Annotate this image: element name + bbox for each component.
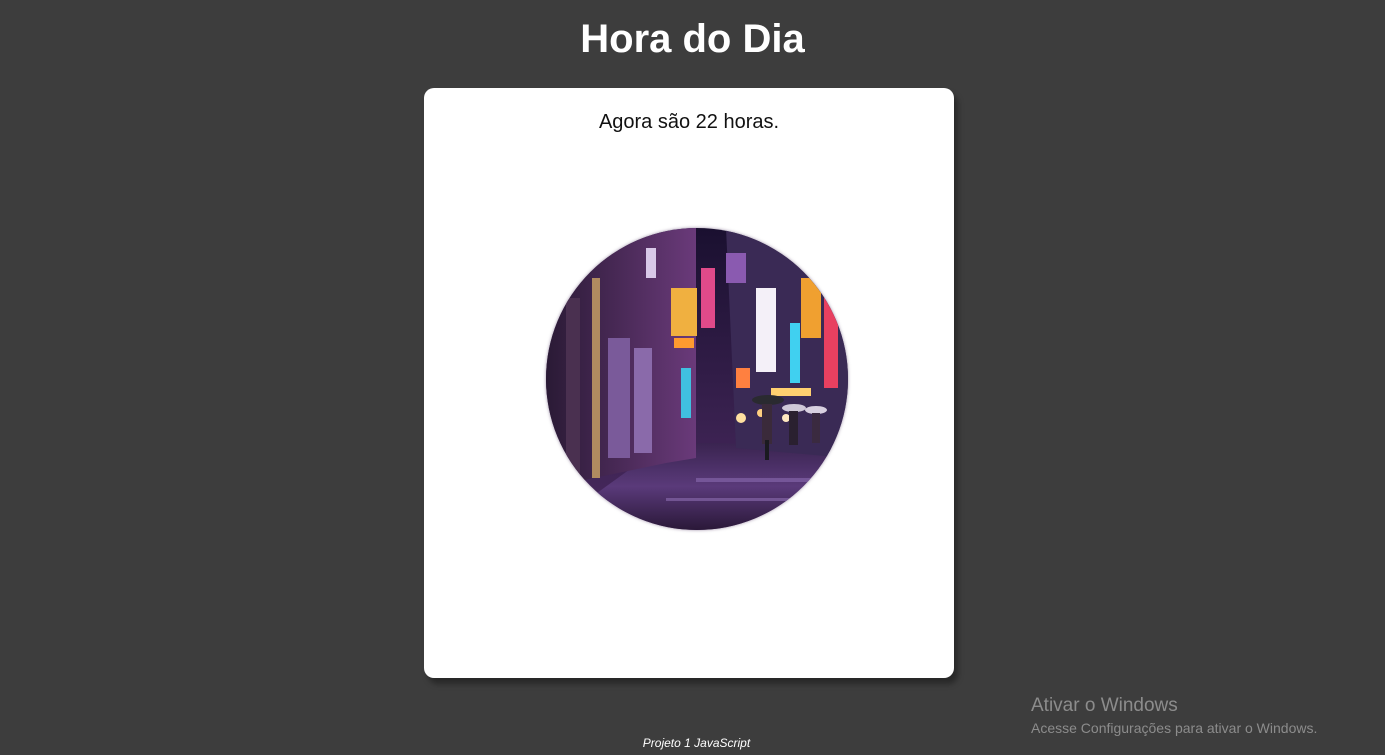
time-card: Agora são 22 horas.: [424, 88, 954, 678]
activation-subtitle: Acesse Configurações para ativar o Windo…: [1031, 720, 1318, 736]
page-title: Hora do Dia: [580, 17, 805, 61]
time-of-day-image: [546, 228, 848, 530]
activation-title: Ativar o Windows: [1031, 695, 1178, 716]
time-message: Agora são 22 horas.: [598, 111, 780, 133]
windows-activation-watermark: Ativar o Windows Acesse Configurações pa…: [1031, 694, 1317, 738]
